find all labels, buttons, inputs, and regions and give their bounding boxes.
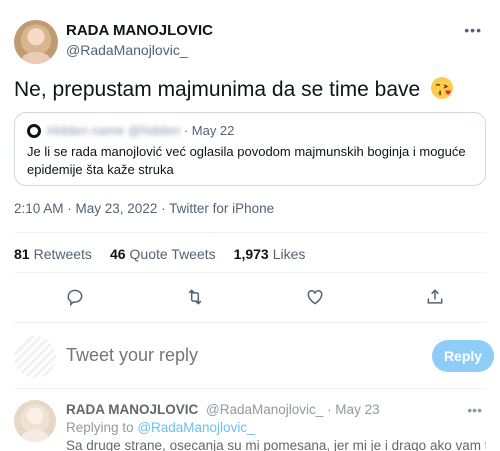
quoted-avatar	[27, 123, 41, 138]
user-avatar[interactable]	[14, 336, 56, 378]
tweet-text: Ne, prepustam majmunima da se time bave	[14, 76, 454, 103]
reply-author-name[interactable]: RADA MANOJLOVIC	[66, 402, 198, 417]
tweet-time[interactable]: 2:10 AM	[14, 201, 64, 216]
replying-to-handle[interactable]: @RadaManojlovic_	[137, 420, 254, 435]
author-handle[interactable]: @RadaManojlovic_	[66, 42, 188, 58]
face-blowing-a-kiss-icon	[431, 77, 454, 99]
divider	[14, 388, 486, 389]
reply-input[interactable]	[66, 345, 366, 366]
reply-text: Sa druge strane, osecanja su mi pomesana…	[66, 438, 486, 451]
retweet-icon	[188, 289, 202, 305]
likes-stat[interactable]: 1,973 Likes	[234, 246, 306, 262]
retweets-count: 81	[14, 246, 30, 262]
quotes-label: Quote Tweets	[129, 246, 216, 262]
reply-date[interactable]: · May 23	[327, 402, 380, 417]
tweet-date[interactable]: May 23, 2022	[76, 201, 158, 216]
author-name[interactable]: RADA MANOJLOVIC	[66, 22, 213, 39]
quoted-tweet[interactable]: Hidden name @hidden · May 22 Je li se ra…	[14, 112, 486, 186]
reply-avatar[interactable]	[14, 400, 56, 442]
retweets-stat[interactable]: 81 Retweets	[14, 246, 92, 262]
reply-action-button[interactable]	[60, 282, 90, 312]
quoted-date: · May 22	[183, 123, 235, 138]
avatar[interactable]	[14, 20, 58, 64]
comment-icon	[67, 289, 83, 307]
quoted-tweet-header: Hidden name @hidden · May 22	[27, 123, 234, 138]
more-options-icon[interactable]: •••	[464, 22, 482, 38]
heart-icon	[307, 289, 323, 305]
reply-author-handle[interactable]: @RadaManojlovic_	[206, 402, 323, 417]
quoted-author-meta: Hidden name @hidden · May 22	[47, 123, 235, 138]
reply-button[interactable]: Reply	[432, 340, 494, 372]
like-action-button[interactable]	[300, 282, 330, 312]
tweet-stats: 81 Retweets 46 Quote Tweets 1,973 Likes	[14, 246, 305, 262]
divider	[14, 272, 486, 273]
replying-to: Replying to @RadaManojlovic_	[66, 420, 255, 435]
divider	[14, 232, 486, 233]
tweet-source: Twitter for iPhone	[169, 201, 275, 216]
quotes-count: 46	[109, 246, 126, 262]
reply-header: RADA MANOJLOVIC @RadaManojlovic_ · May 2…	[66, 402, 380, 417]
action-bar	[14, 282, 486, 312]
likes-count: 1,973	[233, 246, 269, 262]
share-action-button[interactable]	[420, 282, 450, 312]
tweet-text-content: Ne, prepustam majmunima da se time bave	[14, 78, 421, 101]
divider	[14, 322, 486, 323]
quote-tweets-stat[interactable]: 46 Quote Tweets	[110, 246, 216, 262]
retweets-label: Retweets	[33, 246, 92, 262]
retweet-action-button[interactable]	[180, 282, 210, 312]
likes-label: Likes	[272, 246, 306, 262]
quoted-tweet-text: Je li se rada manojlović već oglasila po…	[27, 144, 466, 177]
share-icon	[427, 289, 443, 304]
tweet-timestamp: 2:10 AM · May 23, 2022 · Twitter for iPh…	[14, 201, 275, 216]
replying-to-prefix: Replying to	[66, 420, 134, 435]
reply-more-options-icon[interactable]: •••	[467, 402, 482, 418]
